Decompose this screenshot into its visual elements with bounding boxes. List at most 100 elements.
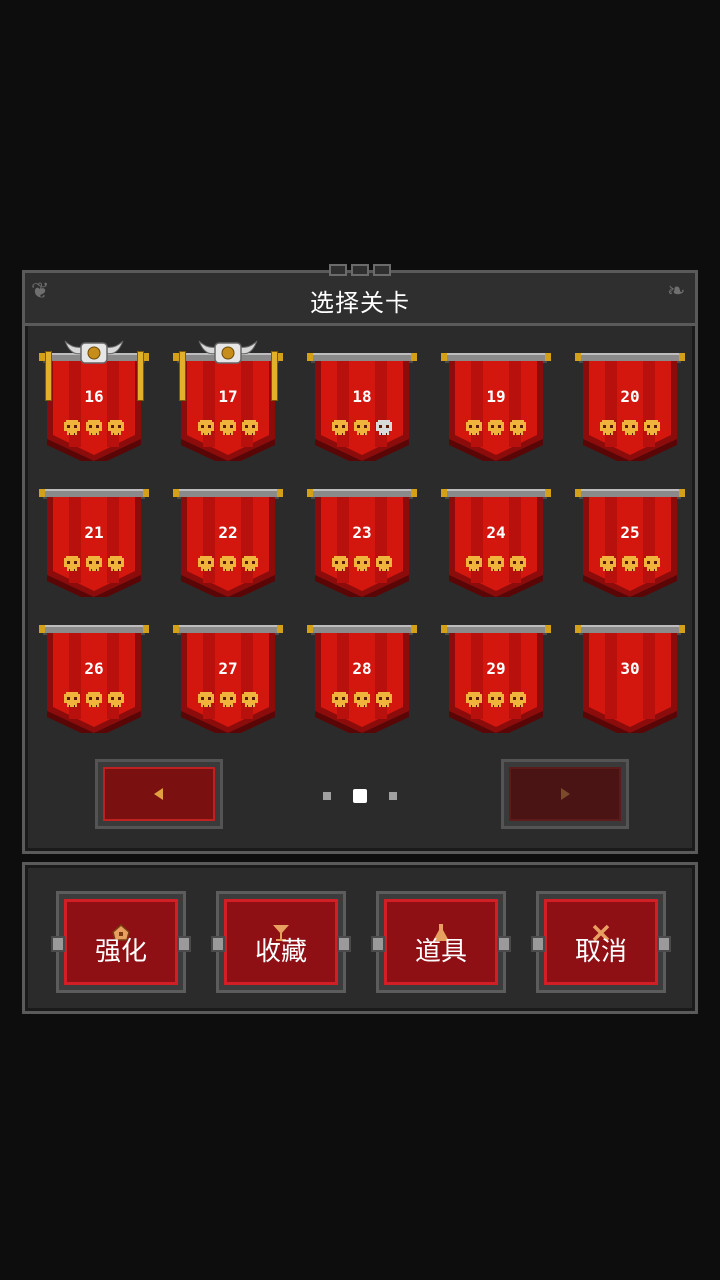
level-number: 29 — [486, 659, 506, 678]
level-number: 27 — [218, 659, 238, 678]
panel-header: ❦ ❧ 选择关卡 — [25, 264, 695, 326]
skull-icon — [375, 691, 393, 713]
side-knob — [371, 936, 385, 952]
next-page-button[interactable] — [501, 759, 629, 829]
level-banner-28[interactable]: 28 — [307, 623, 441, 741]
level-banner-22[interactable]: 22 — [173, 487, 307, 605]
triangle-left-icon — [154, 788, 163, 800]
level-banner-16[interactable]: 16 — [39, 340, 173, 469]
potion-button[interactable]: 道具 — [371, 891, 511, 993]
skull-icon — [353, 419, 371, 441]
prev-page-button[interactable] — [95, 759, 223, 829]
skull-rating — [47, 555, 141, 577]
goblet-button[interactable]: 收藏 — [211, 891, 351, 993]
skull-rating — [181, 555, 275, 577]
side-knob — [337, 936, 351, 952]
skull-icon — [509, 555, 527, 577]
level-banner-30[interactable]: 30 — [575, 623, 709, 741]
level-number: 16 — [84, 387, 104, 406]
side-knob — [177, 936, 191, 952]
skull-icon — [107, 555, 125, 577]
level-banner-25[interactable]: 25 — [575, 487, 709, 605]
button-face: 道具 — [384, 899, 498, 985]
triangle-right-icon — [561, 788, 570, 800]
skull-icon — [241, 419, 259, 441]
banner-flag — [181, 497, 275, 597]
horned-crest-icon — [198, 340, 258, 364]
skull-rating — [315, 691, 409, 713]
horned-crest-icon — [64, 340, 124, 364]
button-face: 收藏 — [224, 899, 338, 985]
level-number: 21 — [84, 523, 104, 542]
action-bar: 强化 收藏 道具 取消 — [22, 862, 698, 1014]
skull-icon — [219, 555, 237, 577]
skull-icon — [487, 419, 505, 441]
page-indicator — [323, 789, 397, 803]
level-number: 20 — [620, 387, 640, 406]
skull-icon — [353, 555, 371, 577]
button-label: 收藏 — [254, 937, 307, 967]
skull-icon — [63, 691, 81, 713]
level-banner-21[interactable]: 21 — [39, 487, 173, 605]
level-banner-24[interactable]: 24 — [441, 487, 575, 605]
skull-rating — [449, 555, 543, 577]
side-knob — [657, 936, 671, 952]
skull-icon — [509, 419, 527, 441]
skull-icon — [465, 555, 483, 577]
banner-flag — [181, 633, 275, 733]
banner-flag — [583, 633, 677, 733]
skull-icon — [107, 419, 125, 441]
skull-icon — [219, 691, 237, 713]
skull-icon — [63, 419, 81, 441]
banner-flag — [583, 497, 677, 597]
skull-icon — [241, 691, 259, 713]
banner-flag — [315, 361, 409, 461]
level-banner-20[interactable]: 20 — [575, 351, 709, 469]
skull-icon — [375, 555, 393, 577]
level-banner-18[interactable]: 18 — [307, 351, 441, 469]
level-select-screen: ❦ ❧ 选择关卡 16 17 18 19 20 21 22 23 24 25 2… — [0, 0, 720, 1280]
close-button[interactable]: 取消 — [531, 891, 671, 993]
skull-rating — [449, 419, 543, 441]
banner-flag — [449, 633, 543, 733]
page-dot-3[interactable] — [389, 792, 397, 800]
level-banner-27[interactable]: 27 — [173, 623, 307, 741]
skull-rating — [583, 555, 677, 577]
skull-icon — [465, 691, 483, 713]
page-dot-1[interactable] — [323, 792, 331, 800]
skull-icon — [197, 419, 215, 441]
level-banner-17[interactable]: 17 — [173, 340, 307, 469]
skull-rating — [449, 691, 543, 713]
level-banner-19[interactable]: 19 — [441, 351, 575, 469]
banner-flag — [449, 497, 543, 597]
ornament — [317, 264, 403, 276]
side-knob — [497, 936, 511, 952]
level-number: 22 — [218, 523, 238, 542]
banner-flag — [47, 633, 141, 733]
side-knob — [211, 936, 225, 952]
banner-flag — [315, 497, 409, 597]
banner-flag — [47, 361, 141, 461]
page-dot-2[interactable] — [353, 789, 367, 803]
level-banner-26[interactable]: 26 — [39, 623, 173, 741]
skull-icon — [353, 691, 371, 713]
skull-rating — [315, 419, 409, 441]
skull-icon — [85, 419, 103, 441]
button-face: 强化 — [64, 899, 178, 985]
level-number: 30 — [620, 659, 640, 678]
button-label: 取消 — [574, 937, 627, 967]
skull-rating — [47, 419, 141, 441]
button-face: 取消 — [544, 899, 658, 985]
skull-icon — [331, 419, 349, 441]
level-banner-29[interactable]: 29 — [441, 623, 575, 741]
skull-icon — [219, 419, 237, 441]
skull-rating — [583, 419, 677, 441]
side-knob — [531, 936, 545, 952]
upgrade-button[interactable]: 强化 — [51, 891, 191, 993]
level-number: 17 — [218, 387, 238, 406]
level-banner-23[interactable]: 23 — [307, 487, 441, 605]
skull-icon — [197, 691, 215, 713]
skull-icon — [375, 419, 393, 441]
banner-flag — [449, 361, 543, 461]
skull-icon — [63, 555, 81, 577]
